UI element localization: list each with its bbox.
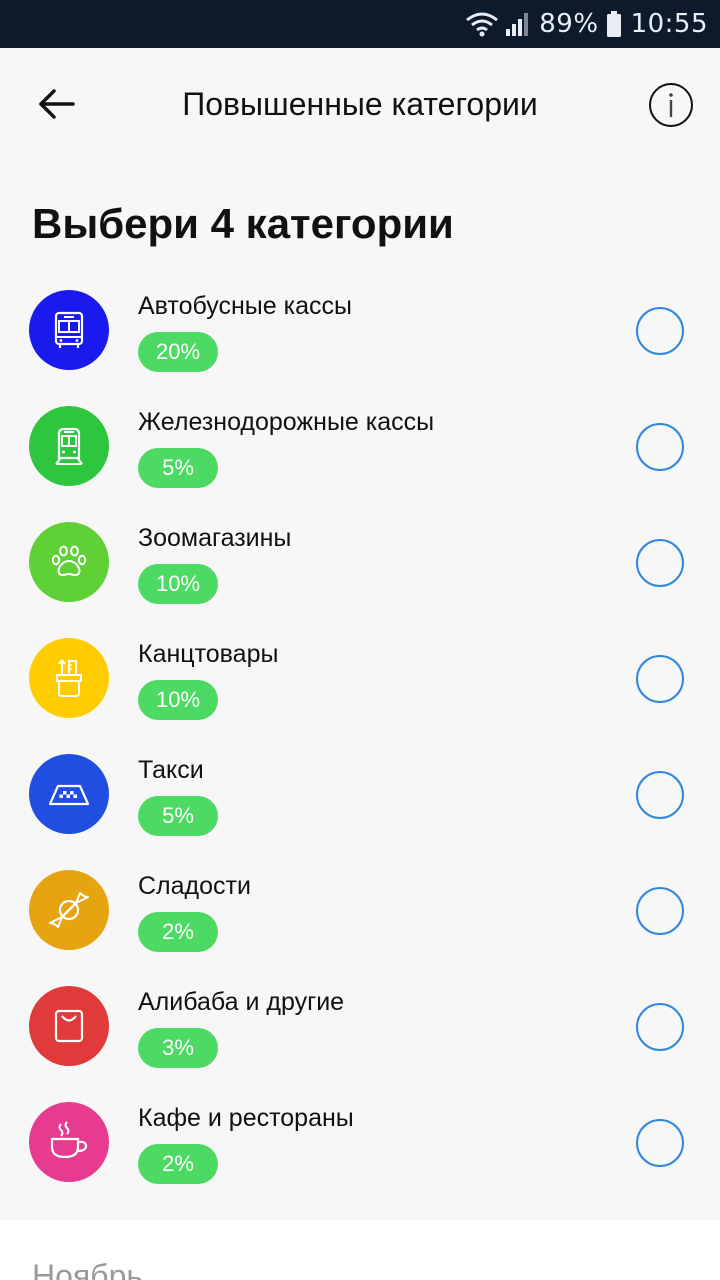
- clock: 10:55: [630, 9, 708, 39]
- category-icon-circle: [29, 1102, 109, 1182]
- back-button[interactable]: [24, 72, 88, 136]
- category-row-stationery[interactable]: Канцтовары 10%: [0, 620, 720, 736]
- category-row-pet-stores[interactable]: Зоомагазины 10%: [0, 504, 720, 620]
- wifi-icon: [466, 12, 499, 37]
- month-card: Ноябрь: [0, 1220, 720, 1280]
- coffee-cup-icon: [50, 1121, 88, 1159]
- cashback-badge: 3%: [138, 1028, 218, 1068]
- category-name: Алибаба и другие: [138, 988, 345, 1016]
- page-title: Повышенные категории: [182, 85, 538, 122]
- category-icon-circle: [29, 290, 109, 370]
- shopping-bag-icon: [54, 1009, 84, 1043]
- category-icon-circle: [29, 870, 109, 950]
- bus-icon: [54, 311, 84, 348]
- category-name: Такси: [138, 756, 204, 784]
- category-row-train[interactable]: Железнодорожные кассы 5%: [0, 388, 720, 504]
- cashback-badge: 5%: [138, 448, 218, 488]
- battery-icon: [606, 11, 621, 37]
- select-radio[interactable]: [636, 655, 684, 703]
- candy-icon: [49, 892, 89, 928]
- taxi-icon: [48, 784, 90, 806]
- category-name: Сладости: [138, 872, 251, 900]
- category-icon-circle: [29, 638, 109, 718]
- category-row-sweets[interactable]: Сладости 2%: [0, 852, 720, 968]
- category-icon-circle: [29, 406, 109, 486]
- select-radio[interactable]: [636, 1003, 684, 1051]
- cashback-badge: 2%: [138, 912, 218, 952]
- cashback-badge: 10%: [138, 680, 218, 720]
- cashback-badge: 5%: [138, 796, 218, 836]
- section-headline: Выбери 4 категории: [32, 200, 454, 247]
- arrow-left-icon: [39, 89, 75, 119]
- status-bar: 89% 10:55: [0, 0, 720, 48]
- battery-percent: 89%: [539, 9, 599, 39]
- select-radio[interactable]: [636, 307, 684, 355]
- category-row-alibaba[interactable]: Алибаба и другие 3%: [0, 968, 720, 1084]
- month-title: Ноябрь: [32, 1258, 144, 1280]
- category-row-cafes[interactable]: Кафе и рестораны 2%: [0, 1084, 720, 1200]
- app-bar: Повышенные категории: [0, 48, 720, 160]
- category-icon-circle: [29, 754, 109, 834]
- category-name: Зоомагазины: [138, 524, 292, 552]
- cashback-badge: 20%: [138, 332, 218, 372]
- paw-icon: [51, 545, 87, 577]
- select-radio[interactable]: [636, 539, 684, 587]
- select-radio[interactable]: [636, 1119, 684, 1167]
- stationery-icon: [56, 659, 82, 697]
- select-radio[interactable]: [636, 887, 684, 935]
- category-name: Канцтовары: [138, 640, 279, 668]
- info-icon[interactable]: [648, 82, 694, 128]
- category-name: Кафе и рестораны: [138, 1104, 354, 1132]
- select-radio[interactable]: [636, 423, 684, 471]
- category-icon-circle: [29, 522, 109, 602]
- category-icon-circle: [29, 986, 109, 1066]
- category-name: Автобусные кассы: [138, 292, 352, 320]
- cashback-badge: 2%: [138, 1144, 218, 1184]
- select-radio[interactable]: [636, 771, 684, 819]
- category-row-bus[interactable]: Автобусные кассы 20%: [0, 272, 720, 388]
- cashback-badge: 10%: [138, 564, 218, 604]
- train-icon: [55, 427, 83, 465]
- category-name: Железнодорожные кассы: [138, 408, 435, 436]
- category-list: Автобусные кассы 20% Железнодорожные кас…: [0, 272, 720, 1200]
- category-row-taxi[interactable]: Такси 5%: [0, 736, 720, 852]
- signal-icon: [506, 13, 529, 36]
